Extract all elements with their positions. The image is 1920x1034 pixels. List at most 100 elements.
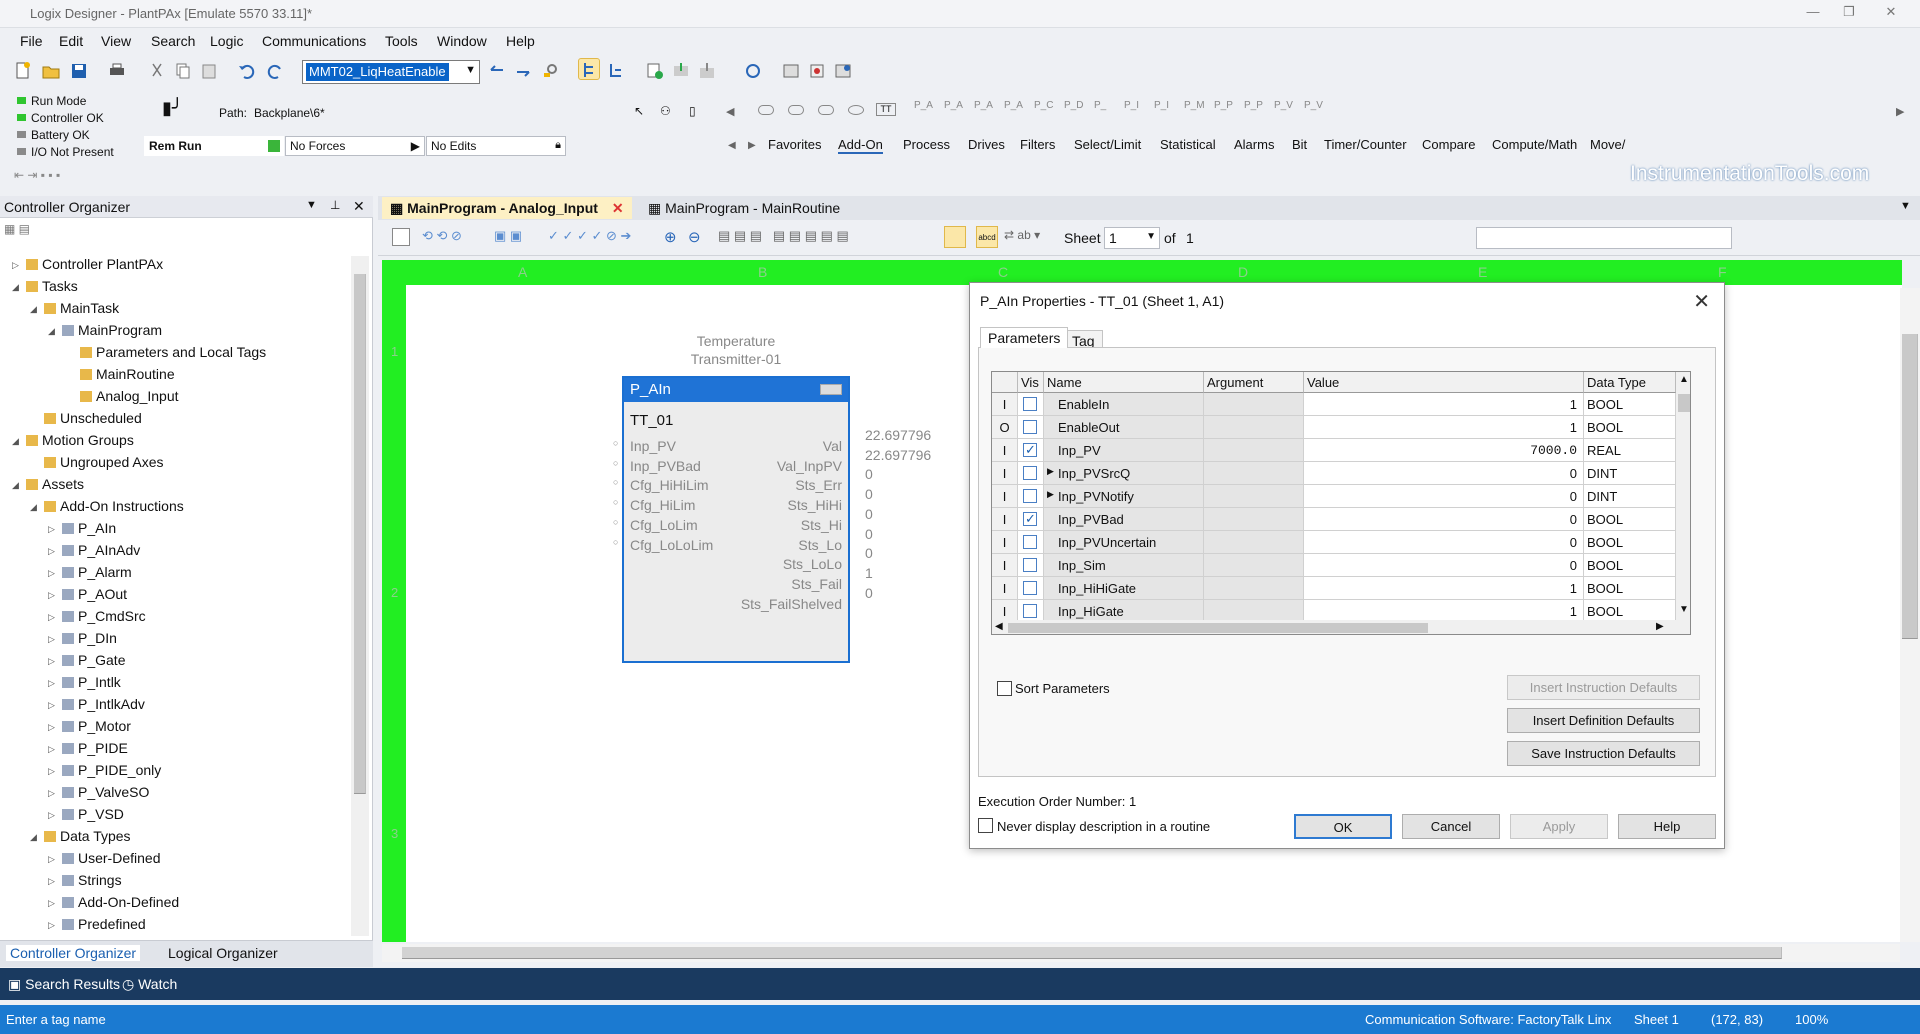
vis-checkbox[interactable] — [1023, 581, 1037, 595]
expanded-arrow-icon[interactable]: ◢ — [30, 304, 37, 315]
palette-right-icon[interactable]: ▶ — [1896, 105, 1904, 118]
pin-connector-icon[interactable]: ○ — [613, 517, 618, 527]
tab-add-on[interactable]: Add-On — [838, 137, 883, 154]
scroll-right-icon[interactable]: ▶ — [1656, 621, 1664, 632]
palette-shape-2-icon[interactable] — [788, 105, 804, 115]
download-icon[interactable] — [670, 60, 692, 82]
organizer-scroll-thumb[interactable] — [354, 274, 366, 794]
param-datatype[interactable]: DINT — [1584, 485, 1676, 508]
copy-icon[interactable] — [172, 60, 194, 82]
param-vis-cell[interactable] — [1018, 439, 1044, 462]
tab-move[interactable]: Move/ — [1590, 137, 1625, 152]
pin-connector-icon[interactable]: ○ — [613, 438, 618, 448]
table-vscroll-thumb[interactable] — [1678, 394, 1690, 412]
param-name[interactable]: ▶ Inp_PVNotify — [1044, 485, 1204, 508]
pin-toolbar-icon[interactable]: ⇤ ⇥ ▪ ▪ ▪ — [14, 168, 60, 182]
pending-edits-icon[interactable]: ✓ ✓ ✓ ✓ ⊘ ➔ — [548, 228, 631, 244]
collapsed-arrow-icon[interactable]: ▷ — [48, 876, 55, 887]
pin-connector-icon[interactable]: ○ — [613, 458, 618, 468]
controller-properties-icon[interactable] — [780, 60, 802, 82]
path-browse-icon[interactable]: ↖ — [634, 104, 644, 118]
palette-shape-4-icon[interactable] — [848, 105, 864, 115]
save-instruction-defaults-button[interactable]: Save Instruction Defaults — [1507, 741, 1700, 766]
param-datatype[interactable]: DINT — [1584, 462, 1676, 485]
collapsed-arrow-icon[interactable]: ▷ — [48, 788, 55, 799]
collapsed-arrow-icon[interactable]: ▷ — [48, 612, 55, 623]
collapsed-arrow-icon[interactable]: ▷ — [48, 898, 55, 909]
expanded-arrow-icon[interactable]: ◢ — [12, 282, 19, 293]
palette-aoi-3-icon[interactable]: P_A — [974, 100, 993, 111]
param-argument[interactable] — [1204, 462, 1304, 485]
sheet-selector[interactable]: 1 ▼ — [1104, 227, 1160, 249]
hierarchy-icon[interactable] — [606, 60, 628, 82]
ok-button[interactable]: OK — [1294, 814, 1392, 839]
param-value[interactable]: 1 — [1304, 577, 1584, 600]
tree-view-icon[interactable] — [578, 58, 600, 80]
palette-aoi-12-icon[interactable]: P_P — [1244, 100, 1263, 111]
param-value[interactable]: 1 — [1304, 416, 1584, 439]
tree-item[interactable]: P_CmdSrc — [62, 608, 146, 624]
organizer-tools-icon[interactable]: ▦ ▤ — [4, 222, 30, 236]
cancel-button[interactable]: Cancel — [1402, 814, 1500, 839]
param-value[interactable]: 0 — [1304, 508, 1584, 531]
param-argument[interactable] — [1204, 416, 1304, 439]
organizer-scrollbar[interactable] — [351, 256, 369, 936]
verify-icon[interactable] — [644, 60, 666, 82]
scroll-left-icon[interactable]: ◀ — [995, 621, 1003, 632]
param-name[interactable]: Inp_HiHiGate — [1044, 577, 1204, 600]
canvas-vscroll-thumb[interactable] — [1902, 334, 1918, 639]
table-hscroll-thumb[interactable] — [1008, 623, 1428, 633]
collapsed-arrow-icon[interactable]: ▷ — [48, 810, 55, 821]
collapsed-arrow-icon[interactable]: ▷ — [48, 854, 55, 865]
param-argument[interactable] — [1204, 393, 1304, 416]
tabs-right-icon[interactable]: ▶ — [748, 140, 756, 151]
palette-aoi-10-icon[interactable]: P_M — [1184, 100, 1205, 111]
palette-shape-1-icon[interactable] — [758, 105, 774, 115]
undo-icon[interactable] — [236, 60, 258, 82]
tree-item[interactable]: Data Types — [44, 828, 131, 844]
palette-aoi-11-icon[interactable]: P_P — [1214, 100, 1233, 111]
col-argument-header[interactable]: Argument — [1204, 372, 1304, 393]
param-value[interactable]: 7000.0 — [1304, 439, 1584, 462]
new-file-icon[interactable] — [12, 60, 34, 82]
param-argument[interactable] — [1204, 439, 1304, 462]
tree-item[interactable]: Predefined — [62, 916, 146, 932]
tab-process[interactable]: Process — [903, 137, 950, 152]
vis-checkbox[interactable] — [1023, 511, 1037, 527]
output-pin[interactable]: Val_InpPV — [777, 458, 842, 474]
select-tool-icon[interactable] — [392, 228, 410, 246]
table-horizontal-scrollbar[interactable]: ◀ ▶ — [992, 620, 1676, 634]
param-argument[interactable] — [1204, 554, 1304, 577]
parameters-table[interactable]: Vis Name Argument Value Data Type I Enabl… — [991, 371, 1691, 635]
forces-arrow-icon[interactable]: ▶ — [411, 139, 420, 153]
p-ain-function-block[interactable]: P_AIn TT_01 Inp_PV ○ Inp_PVBad ○ Cfg_HiHiLim… — [613, 376, 850, 663]
canvas-hscroll-thumb[interactable] — [402, 947, 1782, 959]
description-toggle-icon[interactable]: abcd — [976, 226, 998, 248]
tab-filters[interactable]: Filters — [1020, 137, 1055, 152]
palette-aoi-6-icon[interactable]: P_D — [1064, 100, 1083, 111]
tab-close-icon[interactable]: ✕ — [612, 200, 624, 216]
palette-aoi-8-icon[interactable]: P_I — [1124, 100, 1139, 111]
search-results-tab[interactable]: ▣ Search Results — [8, 976, 120, 993]
param-name[interactable]: Inp_PVBad — [1044, 508, 1204, 531]
scroll-up-icon[interactable]: ▲ — [1679, 374, 1689, 385]
pin-connector-icon[interactable]: ○ — [613, 497, 618, 507]
param-vis-cell[interactable] — [1018, 531, 1044, 554]
menu-help[interactable]: Help — [506, 33, 535, 49]
param-vis-cell[interactable] — [1018, 393, 1044, 416]
input-pin[interactable]: Cfg_HiLim — [630, 497, 695, 513]
scroll-down-icon[interactable]: ▼ — [1679, 604, 1689, 615]
mode-box[interactable]: Rem Run — [144, 136, 284, 156]
palette-aoi-13-icon[interactable]: P_V — [1274, 100, 1293, 111]
input-pin[interactable]: Inp_PVBad — [630, 458, 701, 474]
param-vis-cell[interactable] — [1018, 554, 1044, 577]
tab-analog-input[interactable]: ▦ MainProgram - Analog_Input ✕ — [382, 197, 632, 219]
insert-definition-defaults-button[interactable]: Insert Definition Defaults — [1507, 708, 1700, 733]
vis-checkbox[interactable] — [1023, 466, 1037, 480]
tree-item[interactable]: P_Alarm — [62, 564, 132, 580]
param-vis-cell[interactable] — [1018, 485, 1044, 508]
param-io[interactable]: I — [992, 439, 1018, 462]
param-vis-cell[interactable] — [1018, 462, 1044, 485]
tag-toggle-icon[interactable]: ⇄ ab ▾ — [1004, 228, 1040, 242]
vis-checkbox[interactable] — [1023, 442, 1037, 458]
